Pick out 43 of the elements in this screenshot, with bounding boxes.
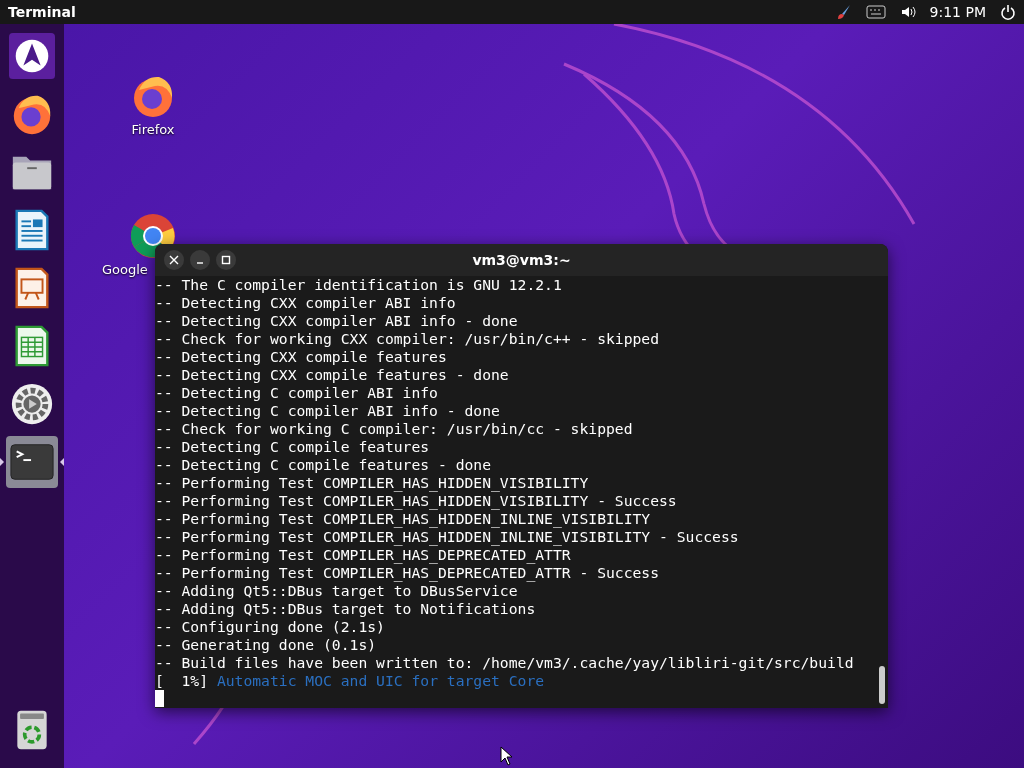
minimize-icon [196,262,204,264]
terminal-line: -- Detecting CXX compiler ABI info - done [155,312,519,330]
terminal-line: -- Generating done (0.1s) [155,636,378,654]
scrollbar-thumb[interactable] [879,666,885,704]
gear-icon[interactable] [9,381,55,427]
minimize-button[interactable] [190,250,210,270]
terminal-line: -- Detecting C compile features [155,438,431,456]
terminal-line: -- Check for working CXX compiler: /usr/bin/c++ - skipped [155,330,661,348]
terminal-line: -- Detecting CXX compiler ABI info [155,294,457,312]
arch-logo-icon[interactable] [9,33,55,79]
terminal-line: -- Adding Qt5::DBus target to Notifications [155,600,537,618]
terminal-line: -- Performing Test COMPILER_HAS_DEPRECATED_ATTR - Success [155,564,661,582]
terminal-line: Automatic MOC and UIC for target Core [216,672,545,690]
terminal-line: -- Configuring done (2.1s) [155,618,386,636]
terminal-line: -- Detecting CXX compile features [155,348,448,366]
desktop-icon-label[interactable]: Google [102,262,148,277]
maximize-icon [221,255,231,265]
speaker-icon[interactable] [899,4,916,20]
app-menu[interactable]: Terminal [8,4,76,20]
close-icon [169,255,179,265]
terminal-line: -- Adding Qt5::DBus target to DBusService [155,582,519,600]
terminal-line: -- Detecting C compile features - done [155,456,493,474]
desktop-icon-label[interactable]: Firefox [131,122,175,137]
progress-percent: [ 1%] [155,672,210,690]
terminal-line: -- Check for working C compiler: /usr/bin/cc - skipped [155,420,634,438]
mouse-pointer-icon [500,746,514,766]
terminal-line: -- Detecting C compiler ABI info - done [155,402,501,420]
terminal-line: -- Detecting C compiler ABI info [155,384,439,402]
power-icon[interactable] [1000,4,1016,20]
terminal-line: -- Detecting CXX compile features - done [155,366,510,384]
terminal-line: -- Performing Test COMPILER_HAS_HIDDEN_INLINE_VISIBILITY - Success [155,528,740,546]
terminal-line: -- Performing Test COMPILER_HAS_HIDDEN_VISIBILITY - Success [155,492,678,510]
text-cursor [155,690,164,707]
terminal-line: -- Performing Test COMPILER_HAS_HIDDEN_VISIBILITY [155,474,590,492]
terminal-line: -- The C compiler identification is GNU 12.2.1 [155,276,563,294]
clock[interactable]: 9:11 PM [929,4,986,20]
terminal-line: -- Performing Test COMPILER_HAS_DEPRECATED_ATTR [155,546,572,564]
maximize-button[interactable] [216,250,236,270]
window-title: vm3@vm3:~ [472,252,571,268]
keyboard-icon[interactable] [865,5,886,19]
close-button[interactable] [164,250,184,270]
terminal-line: -- Build files have been written to: /home/vm3/.cache/yay/libliri-git/src/build [155,654,855,672]
terminal-line: -- Performing Test COMPILER_HAS_HIDDEN_INLINE_VISIBILITY [155,510,652,528]
